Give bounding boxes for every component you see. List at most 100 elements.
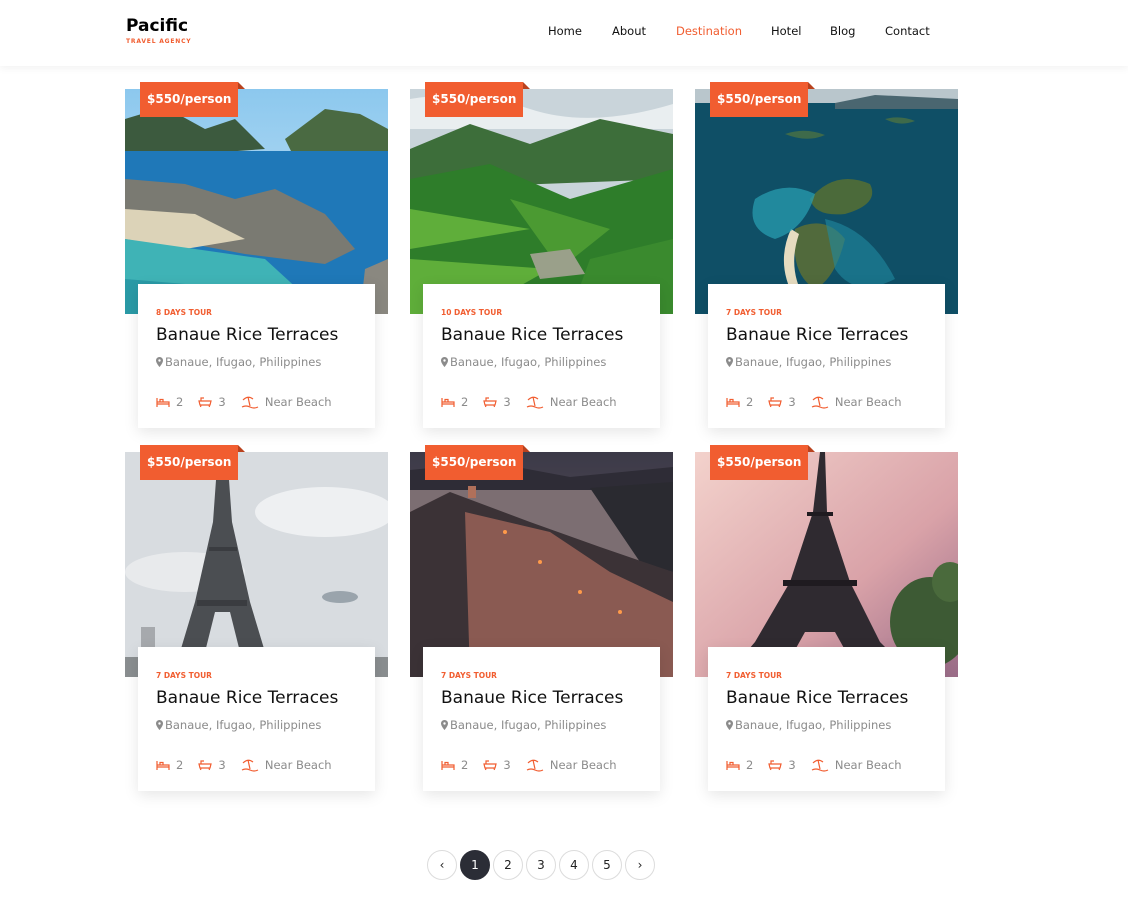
bed-icon: [156, 759, 170, 771]
bed-icon: [726, 396, 740, 408]
beach-label: Near Beach: [264, 394, 332, 409]
nav-contact[interactable]: Contact: [885, 24, 930, 38]
nav-hotel[interactable]: Hotel: [771, 24, 801, 38]
feature-beach: Near Beach: [811, 391, 902, 410]
beach-icon: [526, 395, 544, 409]
beds-count: 2: [176, 394, 184, 409]
card-features: 2 3 Near Beach: [156, 753, 342, 772]
feature-beach: Near Beach: [811, 754, 902, 773]
feature-baths: 3: [768, 391, 796, 410]
beach-icon: [811, 395, 829, 409]
beach-label: Near Beach: [834, 394, 902, 409]
feature-baths: 3: [768, 754, 796, 773]
card-features: 2 3 Near Beach: [441, 753, 627, 772]
tropical-lagoon-photo[interactable]: [125, 89, 388, 314]
page-1-button[interactable]: 1: [460, 850, 490, 880]
baths-count: 3: [503, 757, 511, 772]
beach-label: Near Beach: [834, 757, 902, 772]
baths-count: 3: [503, 394, 511, 409]
price-tag: $550/person: [425, 82, 531, 117]
location-text: Banaue, Ifugao, Philippines: [450, 355, 607, 369]
beds-count: 2: [746, 394, 754, 409]
rice-terraces-photo[interactable]: [410, 89, 673, 314]
nav-home[interactable]: Home: [548, 24, 582, 38]
card-features: 2 3 Near Beach: [156, 390, 342, 409]
location-text: Banaue, Ifugao, Philippines: [735, 718, 892, 732]
eiffel-tower-sunset-photo[interactable]: [695, 452, 958, 677]
map-pin-icon: [441, 357, 448, 367]
beach-icon: [811, 758, 829, 772]
price-tag: $550/person: [425, 445, 531, 480]
beds-count: 2: [461, 757, 469, 772]
map-pin-icon: [156, 357, 163, 367]
card-location: Banaue, Ifugao, Philippines: [441, 355, 606, 369]
card-title[interactable]: Banaue Rice Terraces: [441, 325, 623, 345]
card-features: 2 3 Near Beach: [726, 390, 912, 409]
feature-beds: 2: [726, 754, 753, 773]
bath-icon: [483, 759, 497, 771]
feature-beds: 2: [156, 391, 183, 410]
bed-icon: [156, 396, 170, 408]
prev-page-button[interactable]: ‹: [427, 850, 457, 880]
feature-baths: 3: [483, 391, 511, 410]
page-3-button[interactable]: 3: [526, 850, 556, 880]
card-title[interactable]: Banaue Rice Terraces: [726, 325, 908, 345]
nav-about[interactable]: About: [612, 24, 646, 38]
card-title[interactable]: Banaue Rice Terraces: [726, 688, 908, 708]
tour-duration: 7 DAYS TOUR: [726, 308, 782, 317]
feature-beds: 2: [441, 754, 468, 773]
tour-duration: 7 DAYS TOUR: [156, 671, 212, 680]
card-info: 8 DAYS TOUR Banaue Rice Terraces Banaue,…: [138, 284, 375, 428]
map-pin-icon: [156, 720, 163, 730]
card-info: 7 DAYS TOUR Banaue Rice Terraces Banaue,…: [708, 284, 945, 428]
tour-card[interactable]: $550/person 7 DAYS TOUR Banaue Rice Terr…: [695, 82, 958, 434]
baths-count: 3: [788, 394, 796, 409]
feature-beds: 2: [156, 754, 183, 773]
beach-label: Near Beach: [549, 394, 617, 409]
next-page-button[interactable]: ›: [625, 850, 655, 880]
card-location: Banaue, Ifugao, Philippines: [156, 718, 321, 732]
tour-card[interactable]: $550/person 7 DAYS TOUR Banaue Rice Terr…: [125, 445, 388, 797]
tour-card[interactable]: $550/person 7 DAYS TOUR Banaue Rice Terr…: [410, 445, 673, 797]
price-tag: $550/person: [710, 445, 816, 480]
bath-icon: [768, 396, 782, 408]
tour-card[interactable]: $550/person 7 DAYS TOUR Banaue Rice Terr…: [695, 445, 958, 797]
beach-icon: [526, 758, 544, 772]
bed-icon: [441, 759, 455, 771]
nav-destination[interactable]: Destination: [676, 24, 742, 38]
location-text: Banaue, Ifugao, Philippines: [165, 355, 322, 369]
tour-card[interactable]: $550/person 8 DAYS TOUR Banaue Rice Terr…: [125, 82, 388, 434]
map-pin-icon: [441, 720, 448, 730]
card-info: 10 DAYS TOUR Banaue Rice Terraces Banaue…: [423, 284, 660, 428]
location-text: Banaue, Ifugao, Philippines: [735, 355, 892, 369]
eiffel-tower-cloudy-photo[interactable]: [125, 452, 388, 677]
tour-duration: 7 DAYS TOUR: [726, 671, 782, 680]
card-location: Banaue, Ifugao, Philippines: [156, 355, 321, 369]
beds-count: 2: [461, 394, 469, 409]
nav-blog[interactable]: Blog: [830, 24, 855, 38]
feature-beds: 2: [726, 391, 753, 410]
cliffside-village-photo[interactable]: [410, 452, 673, 677]
bath-icon: [483, 396, 497, 408]
beach-icon: [241, 395, 259, 409]
card-title[interactable]: Banaue Rice Terraces: [441, 688, 623, 708]
page-4-button[interactable]: 4: [559, 850, 589, 880]
card-info: 7 DAYS TOUR Banaue Rice Terraces Banaue,…: [138, 647, 375, 791]
tour-card[interactable]: $550/person 10 DAYS TOUR Banaue Rice Ter…: [410, 82, 673, 434]
page-5-button[interactable]: 5: [592, 850, 622, 880]
baths-count: 3: [788, 757, 796, 772]
card-title[interactable]: Banaue Rice Terraces: [156, 325, 338, 345]
page-2-button[interactable]: 2: [493, 850, 523, 880]
card-info: 7 DAYS TOUR Banaue Rice Terraces Banaue,…: [423, 647, 660, 791]
bed-icon: [441, 396, 455, 408]
tour-duration: 8 DAYS TOUR: [156, 308, 212, 317]
card-title[interactable]: Banaue Rice Terraces: [156, 688, 338, 708]
beds-count: 2: [746, 757, 754, 772]
island-aerial-photo[interactable]: [695, 89, 958, 314]
card-location: Banaue, Ifugao, Philippines: [441, 718, 606, 732]
price-tag: $550/person: [140, 445, 246, 480]
feature-beach: Near Beach: [526, 391, 617, 410]
feature-beach: Near Beach: [241, 754, 332, 773]
beds-count: 2: [176, 757, 184, 772]
site-header: Pacific TRAVEL AGENCY Home About Destina…: [0, 0, 1128, 66]
